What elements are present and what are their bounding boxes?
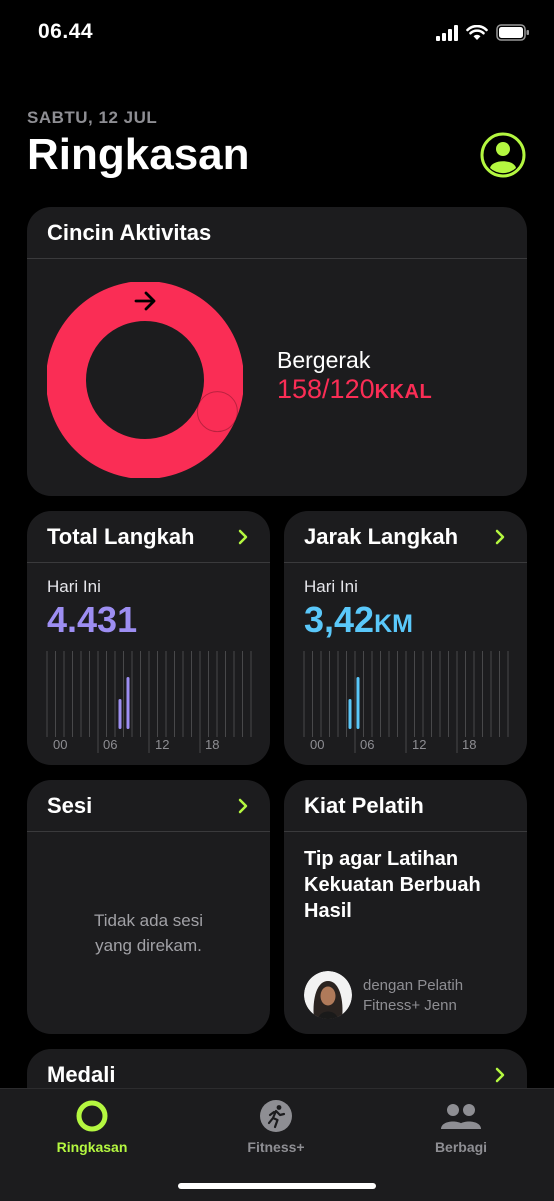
coach-tip-title: Tip agar Latihan Kekuatan Berbuah Hasil [304,848,481,922]
chevron-right-icon [238,529,248,544]
tab-label: Berbagi [434,1139,488,1155]
tab-label: Fitness+ [247,1139,305,1155]
coach-avatar [304,971,352,1019]
coach-by-line: Fitness+ Jenn [363,997,457,1014]
steps-card[interactable]: Total Langkah Hari Ini 4.431 00 06 12 18 [27,511,270,765]
chevron-right-icon [238,798,248,813]
battery-icon [496,24,529,41]
card-title: Jarak Langkah [304,523,459,549]
empty-line: yang direkam. [95,936,202,955]
axis-tick-label: 06 [360,737,374,752]
card-title: Sesi [47,792,93,818]
activity-rings-card[interactable]: Cincin Aktivitas Bergerak 158/120KKAL [27,207,527,496]
status-icons [436,24,530,41]
coach-by-line: dengan Pelatih [363,977,464,994]
period-label: Hari Ini [304,577,358,596]
card-header: Kiat Pelatih [284,780,527,832]
axis-tick-label: 06 [103,737,117,752]
steps-value: 4.431 [47,599,138,640]
axis-tick-label: 18 [205,737,219,752]
card-header: Jarak Langkah [284,511,527,563]
card-header: Sesi [27,780,270,832]
sessions-empty-message: Tidak ada sesi yang direkam. [27,908,270,958]
home-indicator [178,1183,376,1189]
chevron-right-icon [495,529,505,544]
move-ring [47,282,243,478]
axis-tick-label: 12 [412,737,426,752]
move-value: 158/120KKAL [277,374,432,405]
move-value-number: 158/120 [277,374,375,404]
tab-label: Ringkasan [56,1139,128,1155]
chart-grid [46,651,252,753]
card-title: Kiat Pelatih [304,792,424,818]
card-title: Total Langkah [47,523,195,549]
card-header: Cincin Aktivitas [27,207,527,259]
status-time: 06.44 [38,20,94,43]
runner-icon [260,1100,292,1132]
sessions-card[interactable]: Sesi Tidak ada sesi yang direkam. [27,780,270,1034]
distance-bar [348,699,352,729]
status-bar: 06.44 [0,0,554,70]
cellular-signal-icon [436,24,458,41]
tab-sharing[interactable]: Berbagi [391,1099,531,1155]
distance-bar [356,677,360,729]
coach-attribution: dengan Pelatih Fitness+ Jenn [363,976,513,1016]
distance-value-number: 3,42 [304,599,375,640]
distance-value-unit: KM [374,610,413,638]
move-ring-chart [47,282,243,478]
steps-bar [118,699,122,729]
axis-tick-label: 12 [155,737,169,752]
tab-fitness-plus[interactable]: Fitness+ [206,1099,346,1155]
wifi-icon [466,24,488,40]
period-label: Hari Ini [47,577,101,596]
axis-tick-label: 00 [53,737,67,752]
distance-value: 3,42KM [304,599,413,641]
axis-tick-label: 18 [462,737,476,752]
steps-hourly-chart: 00 06 12 18 [46,651,252,753]
move-value-unit: KKAL [374,381,433,403]
move-label: Bergerak [277,347,371,373]
distance-card[interactable]: Jarak Langkah Hari Ini 3,42KM 00 06 12 1… [284,511,527,765]
activity-ring-icon [76,1100,108,1132]
move-ring-end-cap [196,391,238,433]
steps-bar [126,677,130,729]
page-title: Ringkasan [27,130,250,179]
coach-tips-card[interactable]: Kiat Pelatih Tip agar Latihan Kekuatan B… [284,780,527,1034]
axis-tick-label: 00 [310,737,324,752]
profile-avatar-icon[interactable] [480,132,526,178]
chart-grid [303,651,509,753]
date-label: SABTU, 12 JUL [27,108,158,127]
distance-hourly-chart: 00 06 12 18 [303,651,509,753]
tab-summary[interactable]: Ringkasan [22,1099,162,1155]
empty-line: Tidak ada sesi [94,911,203,930]
card-title: Medali [47,1061,116,1087]
chevron-right-icon [495,1067,505,1082]
card-title: Cincin Aktivitas [47,219,212,245]
people-icon [441,1104,481,1129]
card-header: Total Langkah [27,511,270,563]
